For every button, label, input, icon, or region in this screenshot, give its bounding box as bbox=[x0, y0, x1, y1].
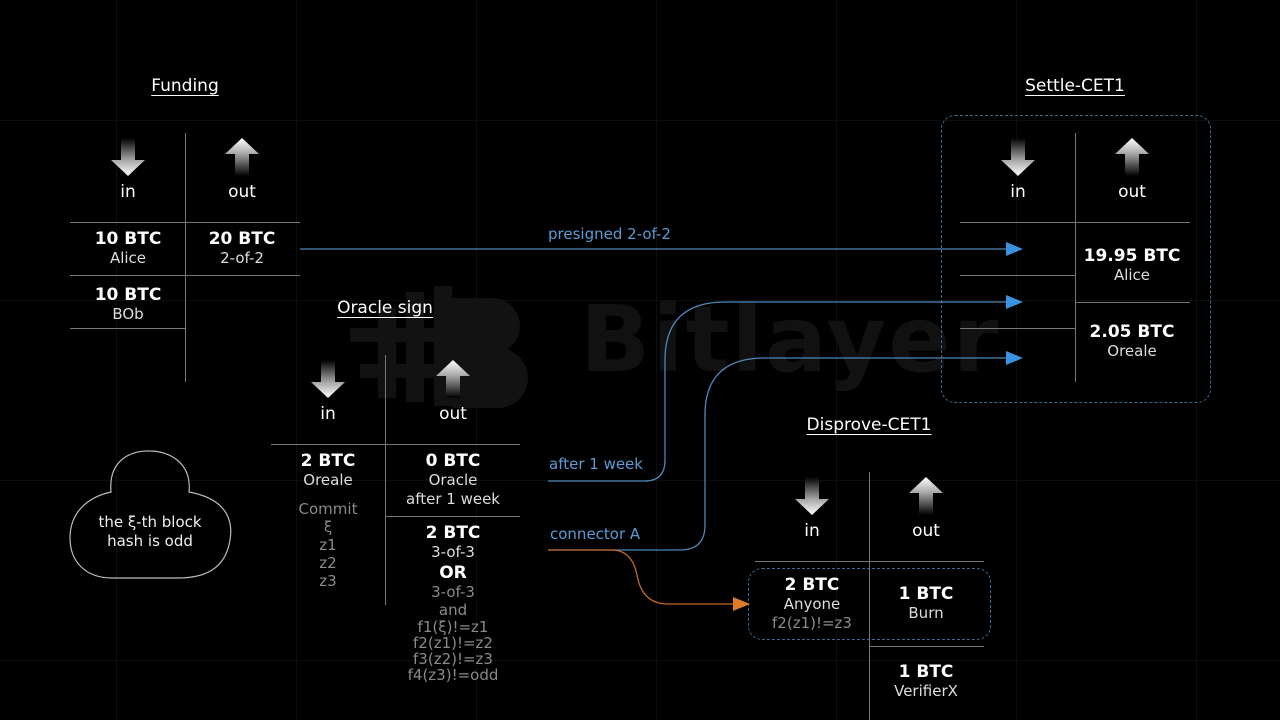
flow-label-connector-a: connector A bbox=[550, 525, 641, 543]
flow-connectors bbox=[300, 242, 1023, 611]
flow-connector-a-disprove bbox=[548, 549, 735, 605]
arrowhead-icon bbox=[1006, 351, 1023, 365]
flow-label-presigned: presigned 2-of-2 bbox=[548, 225, 671, 243]
flow-label-after-1-week: after 1 week bbox=[549, 455, 643, 473]
arrowhead-icon bbox=[733, 597, 750, 611]
flow-connector-a bbox=[548, 357, 1008, 551]
arrowhead-icon bbox=[1006, 295, 1023, 309]
arrowhead-icon bbox=[1006, 242, 1023, 256]
